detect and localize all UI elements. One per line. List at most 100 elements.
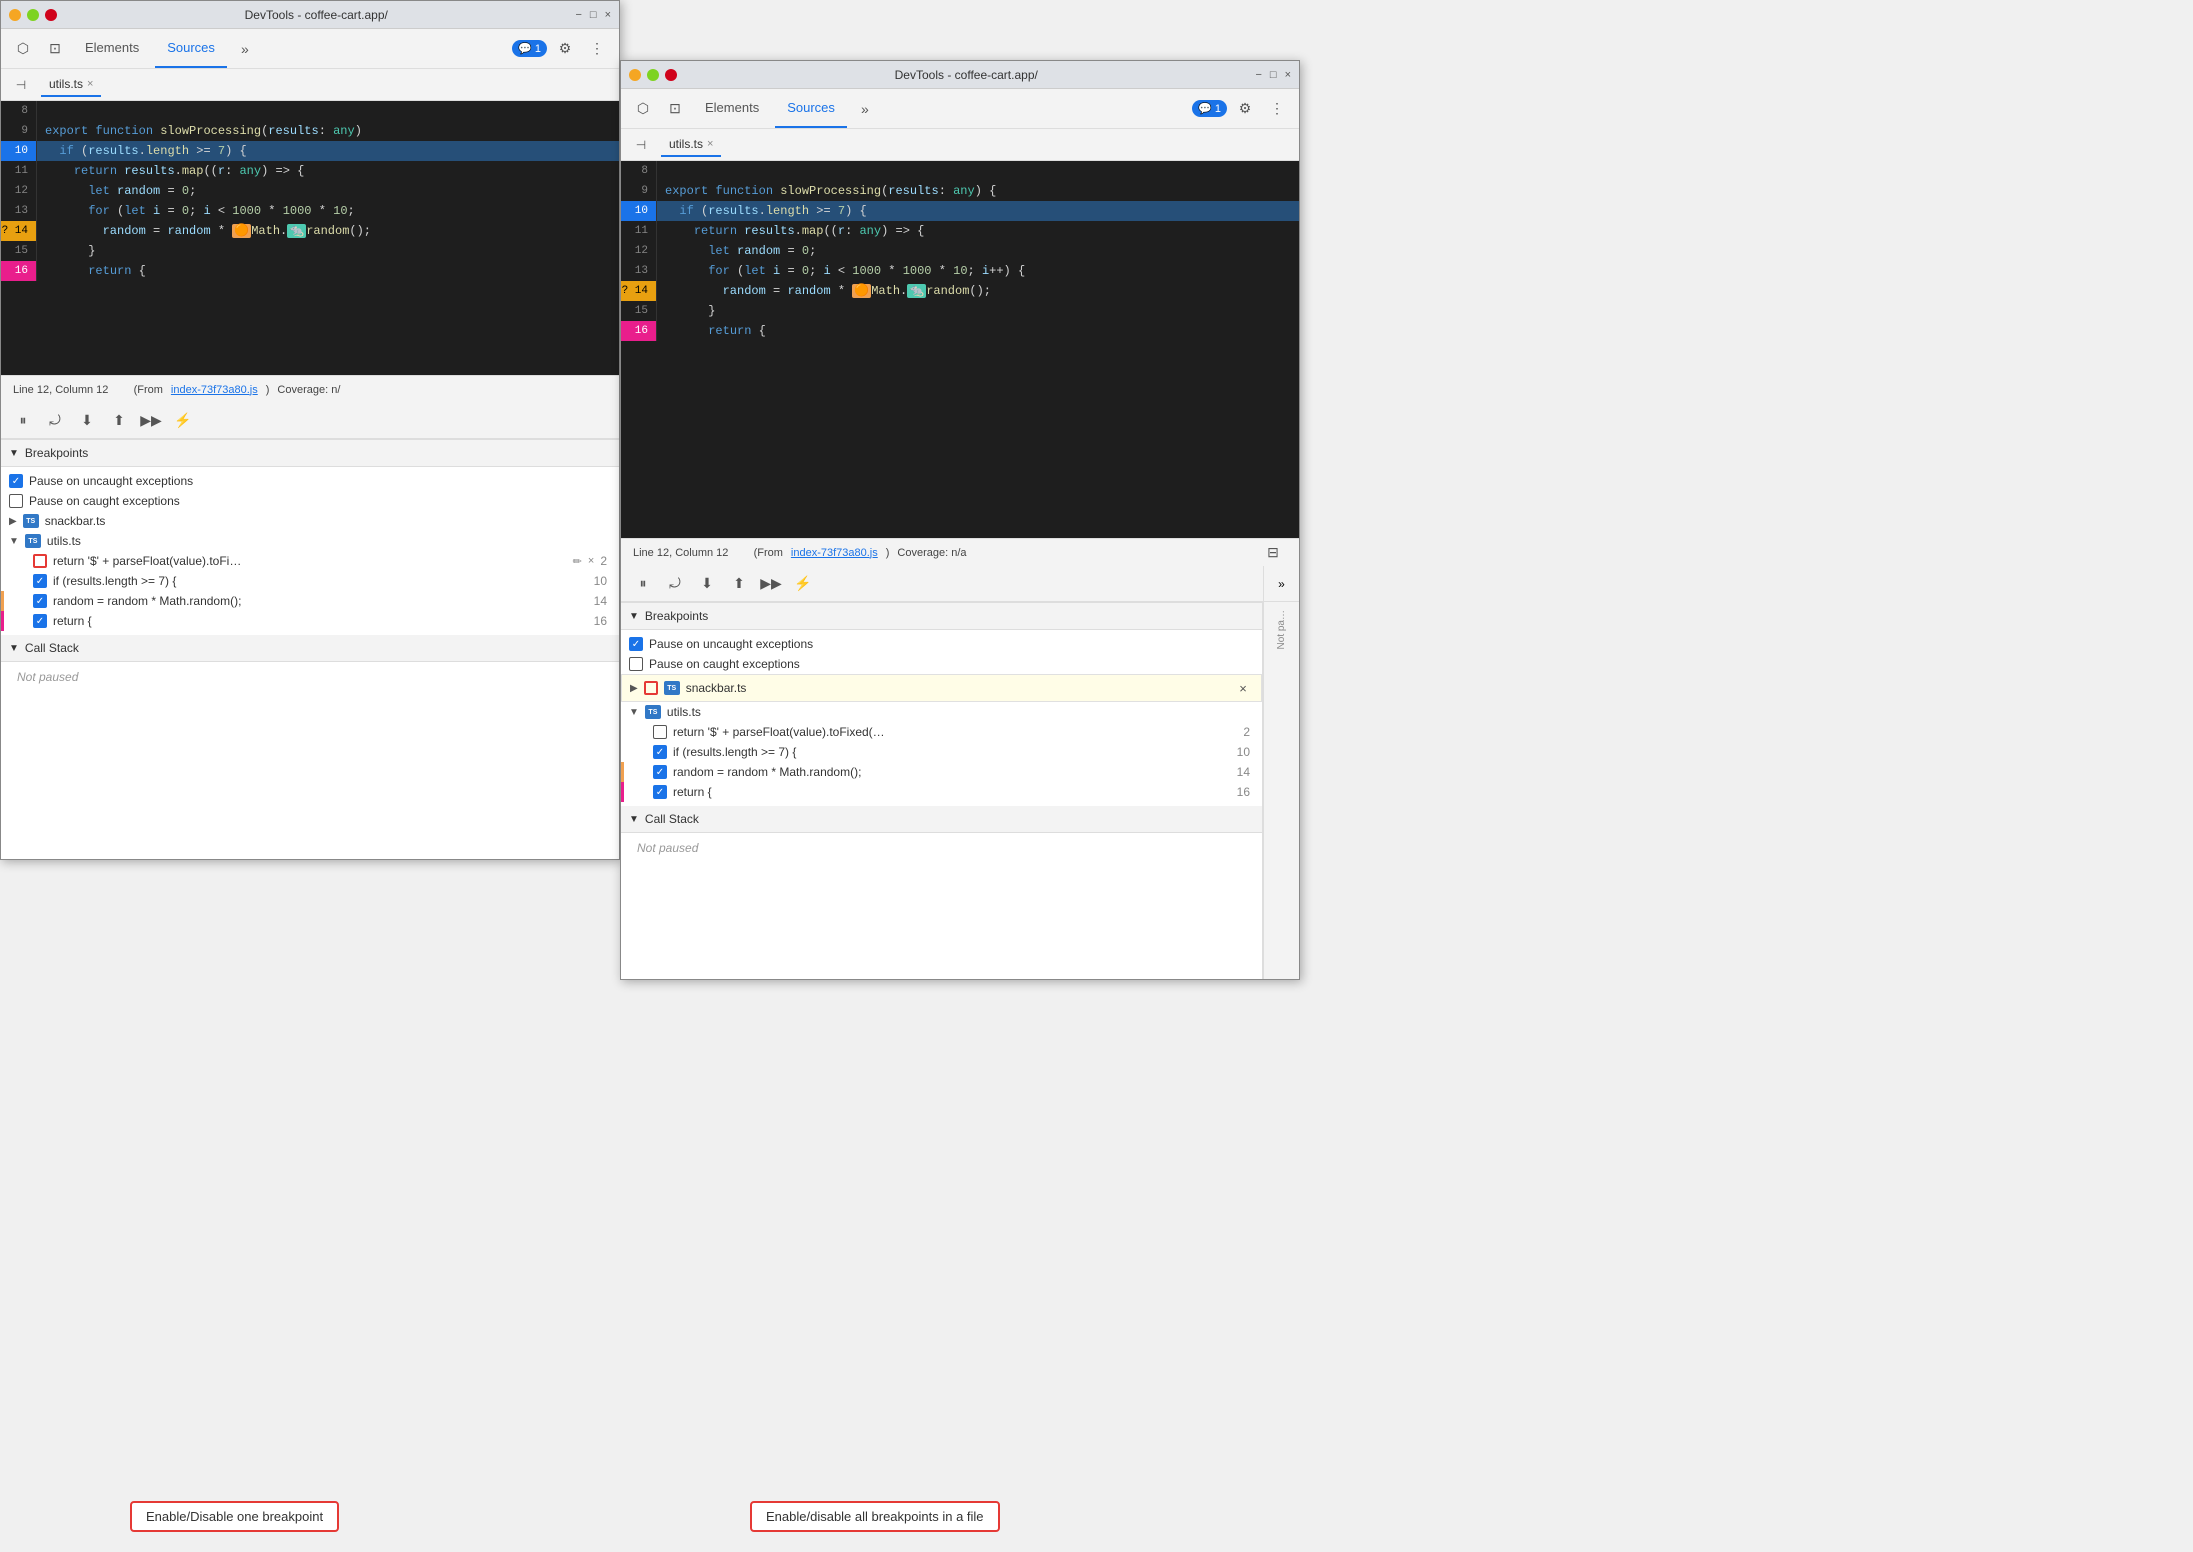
restore-icon-1[interactable]: □ [590,9,597,21]
more-tabs-btn-2[interactable]: » [851,95,879,123]
step-out-btn-2[interactable]: ⬆ [725,570,753,598]
callstack-label-2: Call Stack [645,812,699,826]
step-over-btn-2[interactable]: ⤾ [661,570,689,598]
pause-resume-btn-2[interactable]: ⏸ [629,570,657,598]
file-group-utils-2[interactable]: ▼ TS utils.ts [621,702,1262,722]
close-btn-2[interactable] [665,69,677,81]
pause-uncaught-checkbox-1[interactable] [9,474,23,488]
file-tab-utils-2[interactable]: utils.ts × [661,133,721,157]
edit-icon-1[interactable]: ✏ [573,555,582,568]
bp-if-results-checkbox-2[interactable] [653,745,667,759]
deactivate-btn-1[interactable]: ⚡ [169,407,197,435]
step-over-btn-1[interactable]: ⤾ [41,407,69,435]
breakpoints-header-1[interactable]: ▼ Breakpoints [1,440,619,467]
debug-toolbar-2: ⏸ ⤾ ⬇ ⬆ ▶▶ ⚡ [621,566,1263,602]
pause-caught-label-2: Pause on caught exceptions [649,657,1250,671]
remove-icon-1[interactable]: × [588,555,594,567]
file-tab-close-1[interactable]: × [87,78,93,90]
chevron-utils-2: ▼ [629,707,639,718]
more-tabs-btn-1[interactable]: » [231,35,259,63]
pause-caught-item-1[interactable]: Pause on caught exceptions [1,491,619,511]
minimize-icon-1[interactable]: − [575,9,581,21]
bp-return-2[interactable]: return { 16 [621,782,1262,802]
maximize-btn-2[interactable] [647,69,659,81]
source-file-link-1[interactable]: index-73f73a80.js [171,384,258,396]
code-line-14-1: ? 14 random = random * 🟠Math.🐀random(); [1,221,619,241]
maximize-btn-1[interactable] [27,9,39,21]
source-file-link-2[interactable]: index-73f73a80.js [791,547,878,559]
pause-uncaught-checkbox-2[interactable] [629,637,643,651]
bp-random-checkbox-2[interactable] [653,765,667,779]
sidebar-toggle-2[interactable]: ⊣ [629,133,653,157]
bp-return-dollar-checkbox-1[interactable] [33,554,47,568]
minimize-icon-2[interactable]: − [1255,69,1261,81]
tab-sources-1[interactable]: Sources [155,29,227,68]
breakpoints-header-2[interactable]: ▼ Breakpoints [621,603,1262,630]
device-mode-btn-2[interactable]: ⊡ [661,95,689,123]
bp-if-results-checkbox-1[interactable] [33,574,47,588]
close-icon-2[interactable]: × [1285,69,1291,81]
close-btn-1[interactable] [45,9,57,21]
step-into-btn-1[interactable]: ⬇ [73,407,101,435]
tab-sources-2[interactable]: Sources [775,89,847,128]
minimize-btn-2[interactable] [629,69,641,81]
bp-random-2[interactable]: random = random * Math.random(); 14 [621,762,1262,782]
bp-return-checkbox-1[interactable] [33,614,47,628]
pause-uncaught-item-2[interactable]: Pause on uncaught exceptions [621,634,1262,654]
step-out-btn-1[interactable]: ⬆ [105,407,133,435]
pause-uncaught-item-1[interactable]: Pause on uncaught exceptions [1,471,619,491]
toolbar-1: ⬡ ⊡ Elements Sources » 💬 1 ⚙ ⋮ [1,29,619,69]
bp-random-checkbox-1[interactable] [33,594,47,608]
snackbar-group-checkbox-2[interactable] [644,681,658,695]
callstack-header-2[interactable]: ▼ Call Stack [621,806,1262,833]
file-group-utils-1[interactable]: ▼ TS utils.ts [1,531,619,551]
more-options-btn-2[interactable]: ⋮ [1263,95,1291,123]
continue-btn-2[interactable]: ▶▶ [757,570,785,598]
step-into-btn-2[interactable]: ⬇ [693,570,721,598]
inspect-mode-btn-2[interactable]: ⬡ [629,95,657,123]
settings-btn-1[interactable]: ⚙ [551,35,579,63]
deactivate-btn-2[interactable]: ⚡ [789,570,817,598]
console-badge-1[interactable]: 💬 1 [512,40,547,57]
settings-btn-2[interactable]: ⚙ [1231,95,1259,123]
code-line-9-1: 9 export function slowProcessing(results… [1,121,619,141]
tab-elements-2[interactable]: Elements [693,89,771,128]
utils-icon-2: TS [645,705,661,719]
code-editor-1[interactable]: 8 9 export function slowProcessing(resul… [1,101,619,375]
pause-caught-checkbox-2[interactable] [629,657,643,671]
file-tab-utils-1[interactable]: utils.ts × [41,73,101,97]
pause-resume-btn-1[interactable]: ⏸ [9,407,37,435]
sidebar-toggle-1[interactable]: ⊣ [9,73,33,97]
bp-return-1[interactable]: return { 16 [1,611,619,631]
titlebar-right-1: − □ × [575,9,611,21]
pause-caught-checkbox-1[interactable] [9,494,23,508]
continue-btn-1[interactable]: ▶▶ [137,407,165,435]
drawer-btn-2[interactable]: ⊟ [1259,539,1287,567]
pause-caught-item-2[interactable]: Pause on caught exceptions [621,654,1262,674]
bp-return-dollar-1[interactable]: return '$' + parseFloat(value).toFi… ✏ ×… [1,551,619,571]
code-line-16-1: 16 return { [1,261,619,281]
snackbar-filename-1: snackbar.ts [45,514,106,528]
callstack-header-1[interactable]: ▼ Call Stack [1,635,619,662]
bp-return-dollar-checkbox-2[interactable] [653,725,667,739]
minimize-btn-1[interactable] [9,9,21,21]
snackbar-remove-btn-2[interactable]: × [1233,678,1253,698]
bp-if-results-1[interactable]: if (results.length >= 7) { 10 [1,571,619,591]
bp-if-results-2[interactable]: if (results.length >= 7) { 10 [621,742,1262,762]
code-editor-2[interactable]: 8 9 export function slowProcessing(resul… [621,161,1299,538]
file-group-snackbar-1[interactable]: ▶ TS snackbar.ts [1,511,619,531]
file-group-snackbar-2[interactable]: ▶ TS snackbar.ts × [621,674,1262,702]
more-panel-btn-2[interactable]: » [1263,566,1299,602]
device-mode-btn-1[interactable]: ⊡ [41,35,69,63]
bp-return-checkbox-2[interactable] [653,785,667,799]
bp-random-label-2: random = random * Math.random(); [673,765,1231,779]
more-options-btn-1[interactable]: ⋮ [583,35,611,63]
close-icon-1[interactable]: × [605,9,611,21]
restore-icon-2[interactable]: □ [1270,69,1277,81]
tab-elements-1[interactable]: Elements [73,29,151,68]
bp-random-1[interactable]: random = random * Math.random(); 14 [1,591,619,611]
bp-return-dollar-2[interactable]: return '$' + parseFloat(value).toFixed(…… [621,722,1262,742]
inspect-mode-btn-1[interactable]: ⬡ [9,35,37,63]
console-badge-2[interactable]: 💬 1 [1192,100,1227,117]
file-tab-close-2[interactable]: × [707,138,713,150]
